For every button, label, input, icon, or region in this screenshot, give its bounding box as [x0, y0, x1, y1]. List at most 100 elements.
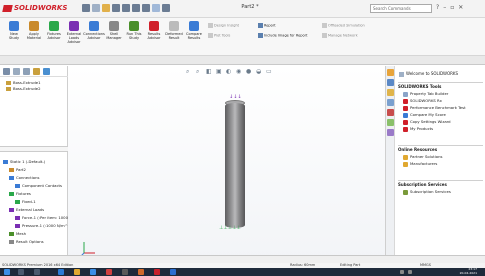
- deformed-icon: [169, 21, 179, 31]
- study-tree-item[interactable]: Fixed-1: [15, 199, 36, 204]
- tree-divider[interactable]: [0, 146, 68, 152]
- study-tree-item[interactable]: Fixtures: [9, 191, 31, 196]
- taskpane-link[interactable]: Compare My Score: [403, 112, 446, 118]
- taskpane-link[interactable]: Partner Solutions: [403, 154, 442, 160]
- options-icon[interactable]: [162, 4, 170, 12]
- solidworks-logo[interactable]: SOLIDWORKS: [2, 4, 67, 12]
- view-palette-icon[interactable]: [387, 99, 394, 106]
- taskpane-item-icon: [403, 126, 408, 132]
- home-icon[interactable]: [82, 4, 90, 12]
- study-tree-item[interactable]: Connections: [9, 175, 39, 180]
- taskpane-link[interactable]: Performance Benchmark Test: [403, 105, 466, 111]
- hide-show-icon[interactable]: ◉: [236, 68, 241, 75]
- property-manager-icon[interactable]: [13, 68, 20, 75]
- small-command-5[interactable]: Manage Network: [322, 33, 358, 38]
- shell-icon: [109, 21, 119, 31]
- study-tree-item[interactable]: Component Contacts: [15, 183, 62, 188]
- taskpane-link[interactable]: Manufacturers: [403, 161, 437, 167]
- start-icon[interactable]: [4, 269, 10, 275]
- appearances-icon[interactable]: [387, 109, 394, 116]
- word-icon[interactable]: [170, 269, 176, 275]
- dimxpert-icon[interactable]: [33, 68, 40, 75]
- volume-icon[interactable]: [408, 270, 412, 274]
- taskpane-link[interactable]: Subscription Services: [403, 189, 451, 195]
- welcome-link[interactable]: Welcome to SOLIDWORKS: [399, 71, 458, 77]
- select-icon[interactable]: [142, 4, 150, 12]
- help-icon[interactable]: ?: [436, 4, 439, 11]
- taskpane-link[interactable]: Copy Settings Wizard: [403, 119, 451, 125]
- section-view-icon[interactable]: ◧: [206, 68, 212, 75]
- taskpane-link-label: Manufacturers: [410, 161, 438, 166]
- tree-feature-item[interactable]: Boss-Extrude2: [6, 86, 41, 91]
- study-tree-item[interactable]: Static 1 (-Default-): [3, 159, 45, 164]
- rebuild-icon[interactable]: [152, 4, 160, 12]
- study-tree-item[interactable]: External Loads: [9, 207, 44, 212]
- status-units[interactable]: MMGS: [420, 263, 431, 267]
- zoom-fit-icon[interactable]: ⌕: [186, 68, 189, 76]
- taskpane-item-icon: [403, 161, 408, 167]
- search-icon[interactable]: [18, 269, 24, 275]
- run-icon: [129, 21, 139, 31]
- cylinder-model[interactable]: [225, 103, 245, 228]
- forum-icon[interactable]: [387, 129, 394, 136]
- design-library-icon[interactable]: [387, 79, 394, 86]
- view-settings-icon[interactable]: ▭: [266, 68, 272, 75]
- view-orientation-icon[interactable]: ▣: [216, 68, 222, 75]
- appearance-icon[interactable]: ●: [246, 68, 251, 75]
- store-icon[interactable]: [90, 269, 96, 275]
- new-document-icon[interactable]: [92, 4, 100, 12]
- media-icon[interactable]: [138, 269, 144, 275]
- study-item-label: Fixed-1: [22, 199, 36, 204]
- taskpane-link-label: SOLIDWORKS Rx: [410, 98, 442, 103]
- zoom-area-icon[interactable]: ⌕: [196, 68, 199, 76]
- taskpane-section-title[interactable]: SOLIDWORKS Tools: [398, 84, 441, 89]
- task-view-icon[interactable]: [34, 269, 40, 275]
- feature-manager-icon[interactable]: [3, 68, 10, 75]
- study-item-icon: [15, 184, 20, 188]
- study-tree-item[interactable]: Result Options: [9, 239, 44, 244]
- search-input[interactable]: Search Commands: [370, 4, 432, 13]
- taskpane-section-title[interactable]: Online Resources: [398, 147, 437, 152]
- undo-icon[interactable]: [132, 4, 140, 12]
- study-tree-item[interactable]: Part2: [9, 167, 26, 172]
- display-manager-icon[interactable]: [43, 68, 50, 75]
- save-icon[interactable]: [112, 4, 120, 12]
- print-icon[interactable]: [122, 4, 130, 12]
- home-icon: [399, 71, 404, 77]
- study-tree-item[interactable]: Pressure-1 (:1000 N/m^2:): [15, 223, 73, 228]
- taskpane-section-title[interactable]: Subscription Services: [398, 182, 447, 187]
- taskpane-link[interactable]: My Products: [403, 126, 433, 132]
- maximize-icon[interactable]: ▫: [450, 4, 454, 11]
- tree-feature-item[interactable]: Boss-Extrude1: [6, 80, 41, 85]
- graphics-area[interactable]: ⌕ ⌕ ◧ ▣ ◐ ◉ ● ◒ ▭ ↓↓↓ ⊥⊥⊥⊥⊥: [68, 66, 385, 263]
- small-command-1[interactable]: Plot Tools: [208, 33, 230, 38]
- model-tabs: Model3D ViewsMotion Study 1Static 1: [0, 255, 485, 273]
- taskpane-link[interactable]: SOLIDWORKS Rx: [403, 98, 442, 104]
- minimize-icon[interactable]: –: [443, 4, 446, 11]
- configuration-manager-icon[interactable]: [23, 68, 30, 75]
- close-icon[interactable]: ✕: [458, 4, 463, 11]
- taskpane-link[interactable]: Property Tab Builder: [403, 91, 448, 97]
- taskpane-item-icon: [403, 154, 408, 160]
- file-explorer-icon[interactable]: [74, 269, 80, 275]
- document-title: Part2 *: [241, 4, 259, 10]
- network-icon[interactable]: [400, 270, 404, 274]
- scene-icon[interactable]: ◒: [256, 68, 261, 75]
- small-command-0[interactable]: Design Insight: [208, 23, 239, 28]
- open-folder-icon[interactable]: [102, 4, 110, 12]
- custom-properties-icon[interactable]: [387, 119, 394, 126]
- taskbar-clock[interactable]: 23:17 20-04-2021: [445, 267, 477, 275]
- small-command-2[interactable]: Report: [258, 23, 276, 28]
- file-explorer-icon[interactable]: [387, 89, 394, 96]
- edge-icon[interactable]: [58, 269, 64, 275]
- study-tree-item[interactable]: Mesh: [9, 231, 26, 236]
- small-command-4[interactable]: Offloaded Simulation: [322, 23, 365, 28]
- small-command-3[interactable]: Include Image for Report: [258, 33, 307, 38]
- solidworks-taskbar-icon[interactable]: [154, 269, 160, 275]
- command-9[interactable]: Compare Results: [182, 20, 206, 40]
- mail-icon[interactable]: [106, 269, 112, 275]
- app-icon[interactable]: [122, 269, 128, 275]
- resources-tab-icon[interactable]: [387, 69, 394, 76]
- taskpane-link-label: My Products: [410, 126, 434, 131]
- display-style-icon[interactable]: ◐: [226, 68, 231, 75]
